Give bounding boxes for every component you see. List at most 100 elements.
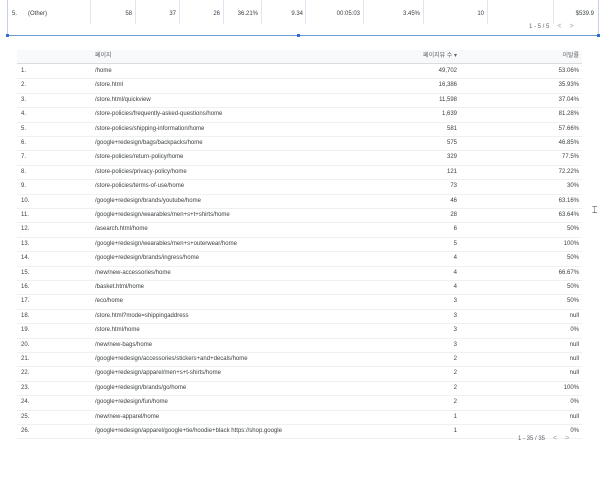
pageviews-value: 3 <box>453 341 457 348</box>
header-bounce-rate[interactable]: 이탈률 <box>562 50 579 63</box>
table-row[interactable]: 1. /home 49,702 53.06% <box>17 64 582 80</box>
table-row[interactable]: 21. /google+redesign/accessories/stickers… <box>17 352 582 368</box>
pageviews-value: 2 <box>453 399 457 406</box>
bounce-rate-value: 37.04% <box>558 96 579 103</box>
bounce-rate-value: 35.93% <box>558 82 579 89</box>
table-row[interactable]: 22. /google+redesign/apparel/men+s+t-shir… <box>17 366 582 382</box>
bounce-rate-value: 63.64% <box>558 212 579 218</box>
header-page[interactable]: 페이지 <box>95 50 112 63</box>
row-number: 23. <box>21 384 30 391</box>
row-number: 7. <box>21 154 27 161</box>
table-row[interactable]: 3. /store.html/quickview 11,598 37.04% <box>17 93 582 109</box>
table-row[interactable]: 4. /store-policies/frequently-asked-quest… <box>17 107 582 123</box>
pageviews-value: 49,702 <box>438 68 457 74</box>
page-path: /google+redesign/wearables/men+s+t+shirt… <box>95 212 230 218</box>
row-number: 16. <box>21 284 30 290</box>
bounce-rate-value: 50% <box>566 255 579 262</box>
table-row[interactable]: 23. /google+redesign/brands/go/home 2 100% <box>17 381 582 397</box>
bounce-rate-value: null <box>569 312 579 319</box>
pageviews-value: 4 <box>453 269 457 276</box>
table-row[interactable]: 9. /store-policies/terms-of-use/home 73 30% <box>17 179 582 195</box>
pageviews-value: 46 <box>450 197 457 204</box>
table-row[interactable]: 5. /store-policies/shipping-information/h… <box>17 122 582 137</box>
top-table-card[interactable]: 5. (Other) 58 37 26 36.21% 9.34 00:05:03… <box>7 0 599 36</box>
table-row[interactable]: 2. /store.html 16,386 35.93% <box>17 78 582 94</box>
table-row[interactable]: 25. /new/new-apparel/home 1 null <box>17 410 582 425</box>
table-row[interactable]: 15. /new/new-accessories/home 4 66.67% <box>17 266 582 281</box>
main-table-pager: 1 - 35 / 35 < > <box>518 435 569 442</box>
bounce-rate-value: 50% <box>566 284 579 290</box>
bounce-rate-value: 63.16% <box>558 197 579 204</box>
pageviews-value: 3 <box>453 312 457 319</box>
table-row[interactable]: 11. /google+redesign/wearables/men+s+t+sh… <box>17 208 582 224</box>
table-row[interactable]: 26. /google+redesign/apparel/google+tie/h… <box>17 424 582 440</box>
cell-value: 58 <box>125 11 132 17</box>
table-row[interactable]: 17. /eco/home 3 50% <box>17 294 582 310</box>
page-path: /new/new-bags/home <box>95 341 153 348</box>
row-number: 10. <box>21 197 30 204</box>
page-path: /store-policies/return-policy/home <box>95 154 184 161</box>
pageviews-value: 6 <box>453 226 457 233</box>
row-number: 21. <box>21 356 30 362</box>
table-row[interactable]: 6. /google+redesign/bags/backpacks/home 57… <box>17 136 582 152</box>
bounce-rate-value: null <box>569 370 579 377</box>
row-number: 4. <box>21 111 27 118</box>
header-pageviews-sorted[interactable]: 페이지뷰 수 ▾ <box>423 50 457 63</box>
table-row[interactable]: 16. /basket.html/home 4 50% <box>17 280 582 296</box>
chevron-left-icon[interactable]: < <box>553 435 557 442</box>
bounce-rate-value: 66.67% <box>558 269 579 276</box>
table-row[interactable]: 7. /store-policies/return-policy/home 329 7… <box>17 150 582 166</box>
table-row[interactable]: 13. /google+redesign/wearables/men+s+oute… <box>17 237 582 253</box>
pageviews-value: 16,386 <box>438 82 457 89</box>
row-number: 5. <box>12 11 18 17</box>
resize-handle[interactable] <box>297 34 300 37</box>
row-number: 26. <box>21 428 30 434</box>
bounce-rate-value: null <box>569 413 579 420</box>
chevron-right-icon[interactable]: > <box>569 23 573 30</box>
cell-value: 10 <box>477 11 484 17</box>
bounce-rate-value: 0% <box>570 327 579 334</box>
table-row[interactable]: 8. /store-policies/privacy-policy/home 121… <box>17 165 582 181</box>
table-row[interactable]: 14. /google+redesign/brands/ingress/home 4… <box>17 251 582 267</box>
pageviews-value: 5 <box>453 240 457 247</box>
bounce-rate-value: 81.28% <box>558 111 579 118</box>
cell-value: 3.45% <box>402 11 420 17</box>
table-row[interactable]: 12. /asearch.html/home 6 50% <box>17 222 582 238</box>
table-row[interactable]: 10. /google+redesign/brands/youtube/home 4… <box>17 194 582 209</box>
row-number: 18. <box>21 312 30 319</box>
bounce-rate-value: 0% <box>570 428 579 434</box>
bounce-rate-value: 77.5% <box>561 154 579 161</box>
page-path: /store-policies/shipping-information/hom… <box>95 125 205 132</box>
pageviews-value: 1 <box>453 428 457 434</box>
row-number: 22. <box>21 370 30 377</box>
pageviews-value: 121 <box>446 168 457 175</box>
table-row[interactable]: 24. /google+redesign/fun/home 2 0% <box>17 395 582 411</box>
page-path: /basket.html/home <box>95 284 145 290</box>
page-path: /store.html?mode=shippingaddress <box>95 312 189 319</box>
chevron-right-icon[interactable]: > <box>565 435 569 442</box>
row-number: 25. <box>21 413 30 420</box>
row-number: 9. <box>21 183 27 190</box>
page-path: /google+redesign/apparel/google+tie/hood… <box>95 428 282 434</box>
text-cursor-icon: ⌶ <box>592 205 598 215</box>
table-row[interactable]: 20. /new/new-bags/home 3 null <box>17 338 582 353</box>
row-number: 11. <box>21 212 29 218</box>
pageviews-value: 4 <box>453 255 457 262</box>
cell-value: 00:05:03 <box>336 11 360 17</box>
resize-handle[interactable] <box>6 34 9 37</box>
bounce-rate-value: 50% <box>566 298 579 305</box>
chevron-left-icon[interactable]: < <box>557 23 561 30</box>
table-row[interactable]: 19. /store.html/home 3 0% <box>17 323 582 339</box>
resize-handle[interactable] <box>597 34 600 37</box>
bounce-rate-value: 100% <box>563 384 579 391</box>
row-number: 14. <box>21 255 30 262</box>
pageviews-value: 2 <box>453 370 457 377</box>
selection-border <box>7 35 599 36</box>
bounce-rate-value: null <box>569 341 579 348</box>
table-header: 페이지 페이지뷰 수 ▾ 이탈률 <box>17 50 582 64</box>
table-row[interactable]: 18. /store.html?mode=shippingaddress 3 null <box>17 309 582 325</box>
page-path: /google+redesign/brands/youtube/home <box>95 197 201 204</box>
pageviews-value: 2 <box>453 384 457 391</box>
row-number: 15. <box>21 269 30 276</box>
bounce-rate-value: 53.06% <box>558 68 579 74</box>
